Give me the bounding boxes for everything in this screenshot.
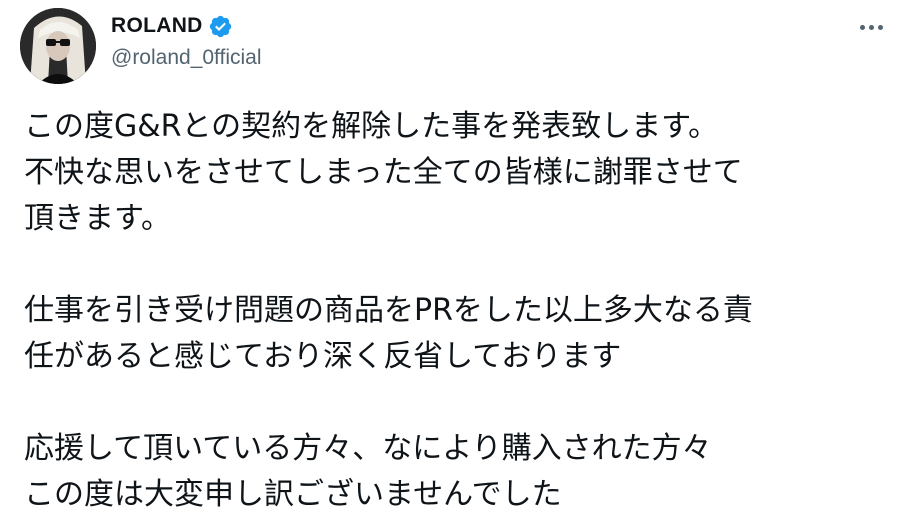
name-row: ROLAND — [111, 10, 262, 42]
tweet-line: この度は大変申し訳ございませんでした — [24, 477, 562, 512]
tweet-line: 応援して頂いている方々、なにより購入された方々 — [24, 431, 712, 466]
tweet-text: この度G&Rとの契約を解除した事を発表致します。 不快な思いをさせてしまった全て… — [24, 104, 890, 518]
verified-badge-icon — [208, 14, 233, 39]
user-handle[interactable]: @roland_0fficial — [111, 46, 262, 70]
tweet-line: 仕事を引き受け問題の商品をPRをした以上多大なる責 — [24, 293, 753, 328]
tweet-line: 頂きます。 — [24, 201, 171, 236]
tweet-line: 任があると感じており深く反省しております — [24, 339, 622, 374]
tweet-card: ROLAND @roland_0fficial この度G&Rとの契約を解除した事… — [0, 0, 900, 532]
more-options-button[interactable] — [852, 12, 890, 42]
more-dots-icon — [859, 24, 865, 30]
tweet-header: ROLAND @roland_0fficial — [111, 10, 262, 70]
avatar-image — [20, 8, 96, 84]
display-name[interactable]: ROLAND — [111, 14, 203, 38]
tweet-line: 不快な思いをさせてしまった全ての皆様に謝罪させて — [24, 155, 743, 190]
tweet-line: この度G&Rとの契約を解除した事を発表致します。 — [24, 109, 719, 144]
avatar[interactable] — [20, 8, 96, 84]
